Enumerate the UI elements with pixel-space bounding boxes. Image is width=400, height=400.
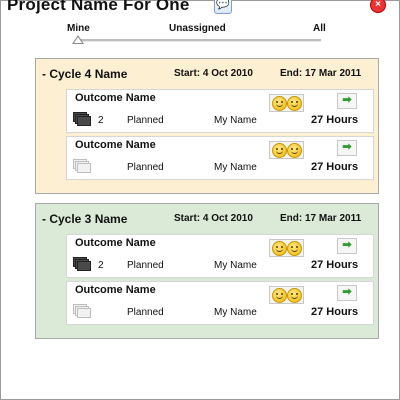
outcome-card[interactable]: Outcome Name ➡ Planned My Name 27 Hours (66, 136, 374, 180)
project-title: Project Name For One (7, 0, 190, 14)
outcome-card[interactable]: Outcome Name ➡ Planned My Name 27 Hours (66, 281, 374, 325)
cycle-end-date: End: 17 Mar 2011 (280, 68, 362, 79)
outcome-name: Outcome Name (75, 284, 156, 296)
close-icon[interactable]: × (370, 0, 386, 13)
outcome-card[interactable]: Outcome Name ➡ 2 Planned My Name 27 Hour… (66, 234, 374, 278)
speech-bubble-icon[interactable]: 💬 (214, 0, 232, 14)
outcome-hours: 27 Hours (311, 114, 359, 126)
filter-slider-thumb[interactable] (72, 35, 84, 44)
outcome-name: Outcome Name (75, 139, 156, 151)
cycle-name[interactable]: - Cycle 4 Name (42, 67, 127, 81)
outcome-status: Planned (127, 260, 164, 271)
light-stack-icon (73, 159, 91, 173)
filter-label-unassigned[interactable]: Unassigned (169, 23, 226, 34)
light-stack-icon (73, 304, 91, 318)
rating-box[interactable] (269, 94, 304, 112)
outcome-status: Planned (127, 115, 164, 126)
rating-box[interactable] (269, 286, 304, 304)
cycle-name[interactable]: - Cycle 3 Name (42, 212, 127, 226)
outcome-count: 2 (98, 260, 104, 271)
outcome-name: Outcome Name (75, 92, 156, 104)
green-arrow-icon[interactable]: ➡ (337, 238, 357, 254)
project-panel: Project Name For One 💬 × Mine Unassigned… (0, 0, 400, 400)
green-arrow-icon[interactable]: ➡ (337, 93, 357, 109)
cycle-panel: - Cycle 3 Name Start: 4 Oct 2010 End: 17… (35, 203, 379, 339)
outcome-status: Planned (127, 307, 164, 318)
outcome-hours: 27 Hours (311, 306, 359, 318)
outcome-hours: 27 Hours (311, 259, 359, 271)
outcome-owner: My Name (214, 115, 257, 126)
outcome-owner: My Name (214, 307, 257, 318)
outcome-hours: 27 Hours (311, 161, 359, 173)
filter-label-mine[interactable]: Mine (67, 23, 90, 34)
smiley-icon (272, 288, 287, 303)
rating-box[interactable] (269, 239, 304, 257)
smiley-icon (287, 288, 302, 303)
dark-stack-icon (73, 257, 91, 271)
rating-box[interactable] (269, 141, 304, 159)
smiley-icon (287, 96, 302, 111)
green-arrow-icon[interactable]: ➡ (337, 140, 357, 156)
smiley-icon (287, 241, 302, 256)
filter-label-all[interactable]: All (313, 23, 326, 34)
green-arrow-icon[interactable]: ➡ (337, 285, 357, 301)
cycle-start-date: Start: 4 Oct 2010 (174, 68, 253, 79)
cycle-panel: - Cycle 4 Name Start: 4 Oct 2010 End: 17… (35, 58, 379, 194)
smiley-icon (272, 143, 287, 158)
outcome-status: Planned (127, 162, 164, 173)
outcome-count: 2 (98, 115, 104, 126)
outcome-card[interactable]: Outcome Name ➡ 2 Planned My Name 27 Hour… (66, 89, 374, 133)
outcome-name: Outcome Name (75, 237, 156, 249)
outcome-owner: My Name (214, 162, 257, 173)
cycle-end-date: End: 17 Mar 2011 (280, 213, 362, 224)
smiley-icon (272, 96, 287, 111)
smiley-icon (272, 241, 287, 256)
filter-slider-track[interactable] (80, 39, 321, 42)
smiley-icon (287, 143, 302, 158)
cycle-start-date: Start: 4 Oct 2010 (174, 213, 253, 224)
outcome-owner: My Name (214, 260, 257, 271)
dark-stack-icon (73, 112, 91, 126)
